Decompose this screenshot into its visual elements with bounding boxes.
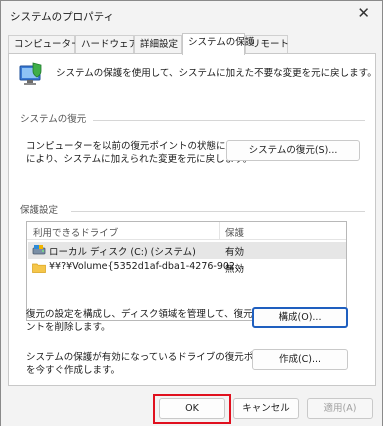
- title-bar: システムのプロパティ ✕: [1, 1, 382, 29]
- tab-system-protection[interactable]: システムの保護: [182, 33, 254, 55]
- folder-icon: [32, 263, 46, 273]
- drive-row[interactable]: ¥¥?¥Volume{5352d1af-dba1-4276-902... 無効: [28, 259, 346, 276]
- system-restore-button[interactable]: システムの復元(S)...: [226, 140, 360, 161]
- restore-divider: [93, 120, 365, 121]
- drive-list[interactable]: 利用できるドライブ 保護 ローカル ディスク (C:) (システム) 有効 ¥¥: [26, 221, 347, 321]
- create-description-line1: システムの保護が有効になっているドライブの復元ポイント: [26, 352, 282, 363]
- protection-heading: 保護設定: [20, 205, 59, 216]
- configure-description-line2: ントを削除します。: [26, 322, 111, 333]
- system-properties-window: システムのプロパティ ✕ コンピューター名 ハードウェア 詳細設定 システムの保…: [0, 0, 383, 426]
- tab-panel: システムの保護を使用して、システムに加えた不要な変更を元に戻します。 システムの…: [8, 53, 377, 386]
- computer-shield-icon: [19, 62, 42, 85]
- tab-advanced[interactable]: 詳細設定: [134, 35, 182, 54]
- drive-name: ¥¥?¥Volume{5352d1af-dba1-4276-902...: [49, 261, 245, 272]
- restore-description-line2: により、システムに加えられた変更を元に戻します。: [26, 154, 253, 165]
- create-button[interactable]: 作成(C)...: [252, 349, 348, 370]
- configure-button[interactable]: 構成(O)...: [252, 307, 348, 328]
- drive-row[interactable]: ローカル ディスク (C:) (システム) 有効: [28, 242, 346, 259]
- drive-protection-status: 有効: [225, 247, 245, 258]
- column-header-drive[interactable]: 利用できるドライブ: [33, 225, 118, 239]
- close-icon[interactable]: ✕: [357, 6, 370, 21]
- window-title: システムのプロパティ: [10, 11, 115, 23]
- drive-name: ローカル ディスク (C:) (システム): [49, 247, 196, 258]
- intro-text: システムの保護を使用して、システムに加えた不要な変更を元に戻します。: [56, 68, 377, 79]
- drive-protection-status: 無効: [225, 264, 245, 275]
- tab-hardware[interactable]: ハードウェア: [75, 35, 138, 54]
- column-header-protection[interactable]: 保護: [225, 225, 244, 239]
- local-disk-icon: [32, 245, 46, 255]
- cancel-button[interactable]: キャンセル: [233, 398, 299, 419]
- tab-strip: コンピューター名 ハードウェア 詳細設定 システムの保護 リモート: [8, 33, 376, 55]
- ok-highlight-marker: [153, 394, 231, 424]
- create-description-line2: を今すぐ作成します。: [26, 365, 121, 376]
- drive-list-header: 利用できるドライブ 保護: [27, 222, 346, 240]
- protection-divider: [71, 211, 365, 212]
- column-separator: [219, 222, 220, 240]
- apply-button[interactable]: 適用(A): [307, 398, 373, 419]
- configure-description-line1: 復元の設定を構成し、ディスク領域を管理して、復元ポイ: [26, 309, 272, 320]
- restore-heading: システムの復元: [20, 114, 87, 125]
- tab-computer-name[interactable]: コンピューター名: [8, 35, 90, 54]
